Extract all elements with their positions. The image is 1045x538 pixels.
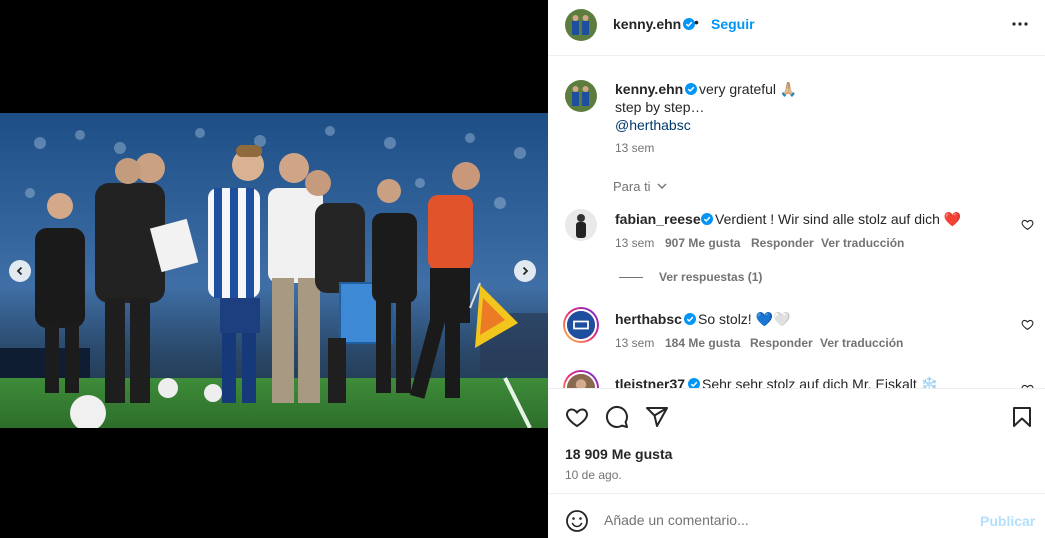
caption-text: very grateful 🙏🏼: [699, 81, 798, 97]
comment-timestamp[interactable]: 13 sem: [615, 236, 654, 250]
author-avatar[interactable]: [565, 9, 597, 41]
verified-badge-icon: [685, 83, 697, 95]
add-comment-input[interactable]: [604, 512, 964, 528]
author-username[interactable]: kenny.ehn: [613, 16, 681, 32]
media-viewer: [0, 0, 548, 538]
chevron-left-icon: [16, 266, 23, 276]
comment-avatar-story-ring[interactable]: [563, 370, 599, 388]
like-comment-heart-icon[interactable]: [1021, 318, 1034, 331]
follow-button[interactable]: Seguir: [711, 16, 755, 32]
comment-text: Sehr sehr stolz auf dich Mr. Eiskalt ❄️: [702, 376, 939, 388]
caption-line-2: step by step…: [615, 99, 705, 115]
replies-divider-line: [619, 277, 643, 279]
view-replies-button[interactable]: Ver respuestas (1): [619, 270, 762, 284]
like-comment-heart-icon[interactable]: [1021, 218, 1034, 231]
comment-avatar-story-ring[interactable]: [563, 307, 599, 343]
reply-button[interactable]: Responder: [750, 336, 813, 350]
caption-mention-link[interactable]: @herthabsc: [615, 117, 691, 133]
share-paper-plane-icon[interactable]: [645, 405, 669, 429]
comment-filter-dropdown[interactable]: Para ti: [613, 179, 668, 194]
view-replies-label: Ver respuestas (1): [659, 270, 763, 284]
comment-username[interactable]: fabian_reese: [615, 211, 701, 227]
comment-composer: Publicar: [548, 493, 1045, 538]
post-like-count[interactable]: 18 909 Me gusta: [565, 446, 672, 462]
verified-badge-icon: [688, 378, 700, 388]
comment-filter-label: Para ti: [613, 179, 651, 194]
post-photo[interactable]: [0, 113, 548, 428]
verified-badge-icon: [701, 213, 713, 225]
comment-text: So stolz! 💙🤍: [698, 311, 791, 327]
separator-dot: •: [694, 14, 699, 30]
comment-avatar[interactable]: [565, 209, 597, 241]
comment-row-partial: tleistner37 Sehr sehr stolz auf dich Mr.…: [548, 368, 1045, 388]
emoji-smiley-icon[interactable]: [565, 509, 589, 533]
chevron-down-icon: [657, 183, 667, 189]
post-date[interactable]: 10 de ago.: [565, 468, 622, 482]
save-bookmark-icon[interactable]: [1010, 405, 1034, 429]
comment-username[interactable]: tleistner37: [615, 376, 685, 388]
see-translation-button[interactable]: Ver traducción: [821, 236, 904, 250]
chevron-right-icon: [522, 266, 529, 276]
comment-like-count[interactable]: 907 Me gusta: [665, 236, 740, 250]
publish-button[interactable]: Publicar: [980, 513, 1035, 529]
comment-timestamp[interactable]: 13 sem: [615, 336, 654, 350]
post-actions: 18 909 Me gusta 10 de ago.: [548, 388, 1045, 493]
more-options-icon[interactable]: [1010, 14, 1030, 34]
next-photo-button[interactable]: [514, 260, 536, 282]
comment-like-count[interactable]: 184 Me gusta: [665, 336, 740, 350]
caption-timestamp[interactable]: 13 sem: [615, 141, 654, 155]
reply-button[interactable]: Responder: [751, 236, 814, 250]
previous-photo-button[interactable]: [9, 260, 31, 282]
verified-badge-icon: [684, 313, 696, 325]
post-panel: kenny.ehn • Seguir kenny.ehn very gratef…: [548, 0, 1045, 538]
comment-bubble-icon[interactable]: [605, 405, 629, 429]
see-translation-button[interactable]: Ver traducción: [820, 336, 903, 350]
caption-username[interactable]: kenny.ehn: [615, 81, 683, 97]
comment-text: Verdient ! Wir sind alle stolz auf dich …: [715, 211, 962, 227]
comment-username[interactable]: herthabsc: [615, 311, 682, 327]
like-heart-icon[interactable]: [565, 405, 589, 429]
post-header: kenny.ehn • Seguir: [548, 0, 1045, 56]
caption-avatar[interactable]: [565, 80, 597, 112]
